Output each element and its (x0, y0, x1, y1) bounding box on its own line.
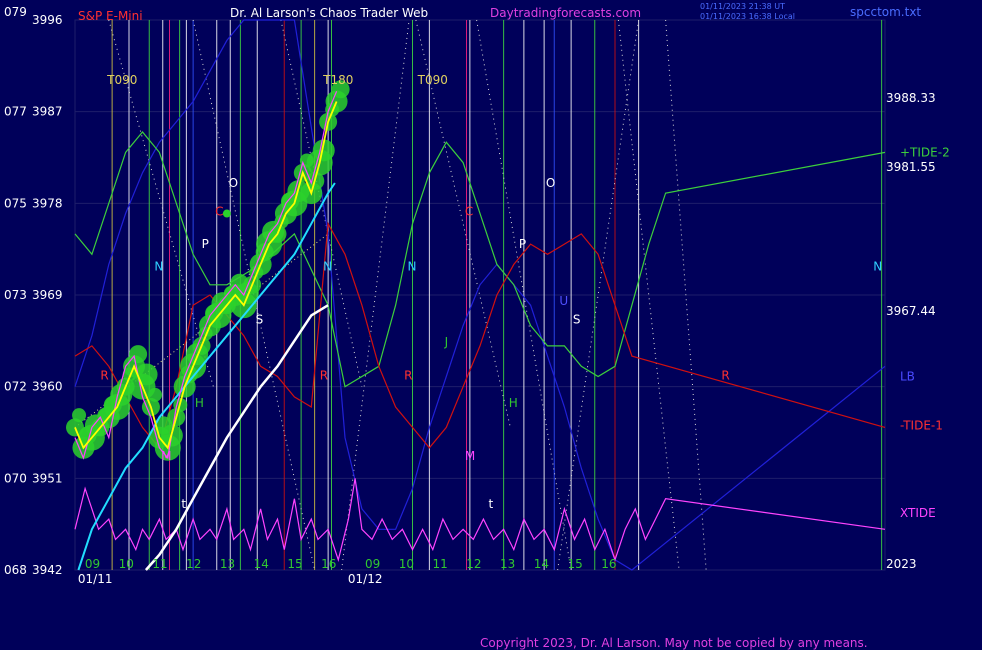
price-glow (147, 387, 162, 402)
marker-label: C (215, 204, 223, 218)
marker-label: R (721, 368, 729, 382)
y-tick-code: 068 (4, 563, 27, 577)
y-tick-code: 073 (4, 288, 27, 302)
marker-label: M (161, 449, 171, 463)
series-label: -TIDE-1 (900, 418, 943, 432)
x-tick-label: 09 (365, 557, 380, 571)
date-line-1: 01/11/2023 21:38 UT (700, 2, 785, 11)
x-tick-label: 14 (254, 557, 269, 571)
date-line-2: 01/11/2023 16:38 Local (700, 12, 795, 21)
marker-label: N (154, 259, 163, 273)
marker-label: t (489, 497, 494, 511)
marker-label: M (465, 449, 475, 463)
marker-label: P (519, 237, 526, 251)
marker-label: T090 (417, 73, 448, 87)
x-tick-label: 13 (500, 557, 515, 571)
x-tick-label: 09 (85, 557, 100, 571)
marker-label: N (873, 259, 882, 273)
x-tick-label: 12 (466, 557, 481, 571)
y-tick-value: 3942 (32, 563, 63, 577)
marker-label: O (546, 176, 555, 190)
series-label: +TIDE-2 (900, 145, 950, 159)
y-tick-code: 075 (4, 196, 27, 210)
marker-label: U (559, 294, 568, 308)
instrument-title: S&P E-Mini (78, 9, 143, 23)
data-file: spcctom.txt (850, 5, 921, 19)
marker-label: O (229, 176, 238, 190)
chart-title: Dr. Al Larson's Chaos Trader Web (230, 6, 428, 20)
y-tick-code: 077 (4, 105, 27, 119)
x-tick-label: 16 (321, 557, 336, 571)
x-tick-label: 11 (433, 557, 448, 571)
x-tick-label: 16 (601, 557, 616, 571)
price-glow (129, 345, 148, 364)
x-tick-label: 10 (119, 557, 134, 571)
marker-label: T090 (106, 73, 137, 87)
price-glow (72, 408, 87, 423)
marker-label: P (202, 237, 209, 251)
marker-label: S (573, 312, 581, 326)
series-label: LB (900, 369, 915, 383)
x-tick-label: 13 (220, 557, 235, 571)
y-tick-code: 070 (4, 471, 27, 485)
x-tick-label: 10 (399, 557, 414, 571)
marker-label: H (509, 396, 518, 410)
right-value-label: 2023 (886, 557, 917, 571)
y-tick-value: 3978 (32, 196, 63, 210)
x-tick-label: 15 (287, 557, 302, 571)
y-tick-top-code: 079 (4, 5, 27, 19)
marker-label: R (100, 368, 108, 382)
y-tick-value: 3969 (32, 288, 63, 302)
x-tick-label: 11 (152, 557, 167, 571)
marker-label: N (323, 259, 332, 273)
x-date-label: 01/12 (348, 572, 383, 586)
right-value-label: 3988.33 (886, 91, 936, 105)
marker-label: R (404, 368, 412, 382)
marker-label: N (408, 259, 417, 273)
marker-label: J (444, 335, 449, 349)
series-label: XTIDE (900, 506, 936, 520)
marker-label: R (320, 368, 328, 382)
site-link[interactable]: Daytradingforecasts.com (490, 6, 641, 20)
marker-label: T180 (322, 73, 353, 87)
y-tick-value: 3987 (32, 105, 63, 119)
copyright: Copyright 2023, Dr. Al Larson. May not b… (480, 636, 868, 650)
x-date-label: 01/11 (78, 572, 113, 586)
y-tick-value: 3960 (32, 380, 63, 394)
x-tick-label: 15 (568, 557, 583, 571)
right-value-label: 3967.44 (886, 304, 936, 318)
x-tick-label: 12 (186, 557, 201, 571)
marker-label: S (256, 312, 264, 326)
y-tick-value: 3951 (32, 471, 63, 485)
price-glow (222, 209, 231, 218)
y-tick-value: 3996 (32, 13, 63, 27)
marker-label: H (195, 396, 204, 410)
marker-label: t (181, 497, 186, 511)
x-tick-label: 14 (534, 557, 549, 571)
marker-label: C (465, 204, 473, 218)
y-tick-code: 072 (4, 380, 27, 394)
chaos-chart: 068 3942 070 3951 072 3960 073 3969 075 3978 077 39… (0, 0, 982, 650)
chart-background (0, 0, 982, 650)
right-value-label: 3981.55 (886, 160, 936, 174)
